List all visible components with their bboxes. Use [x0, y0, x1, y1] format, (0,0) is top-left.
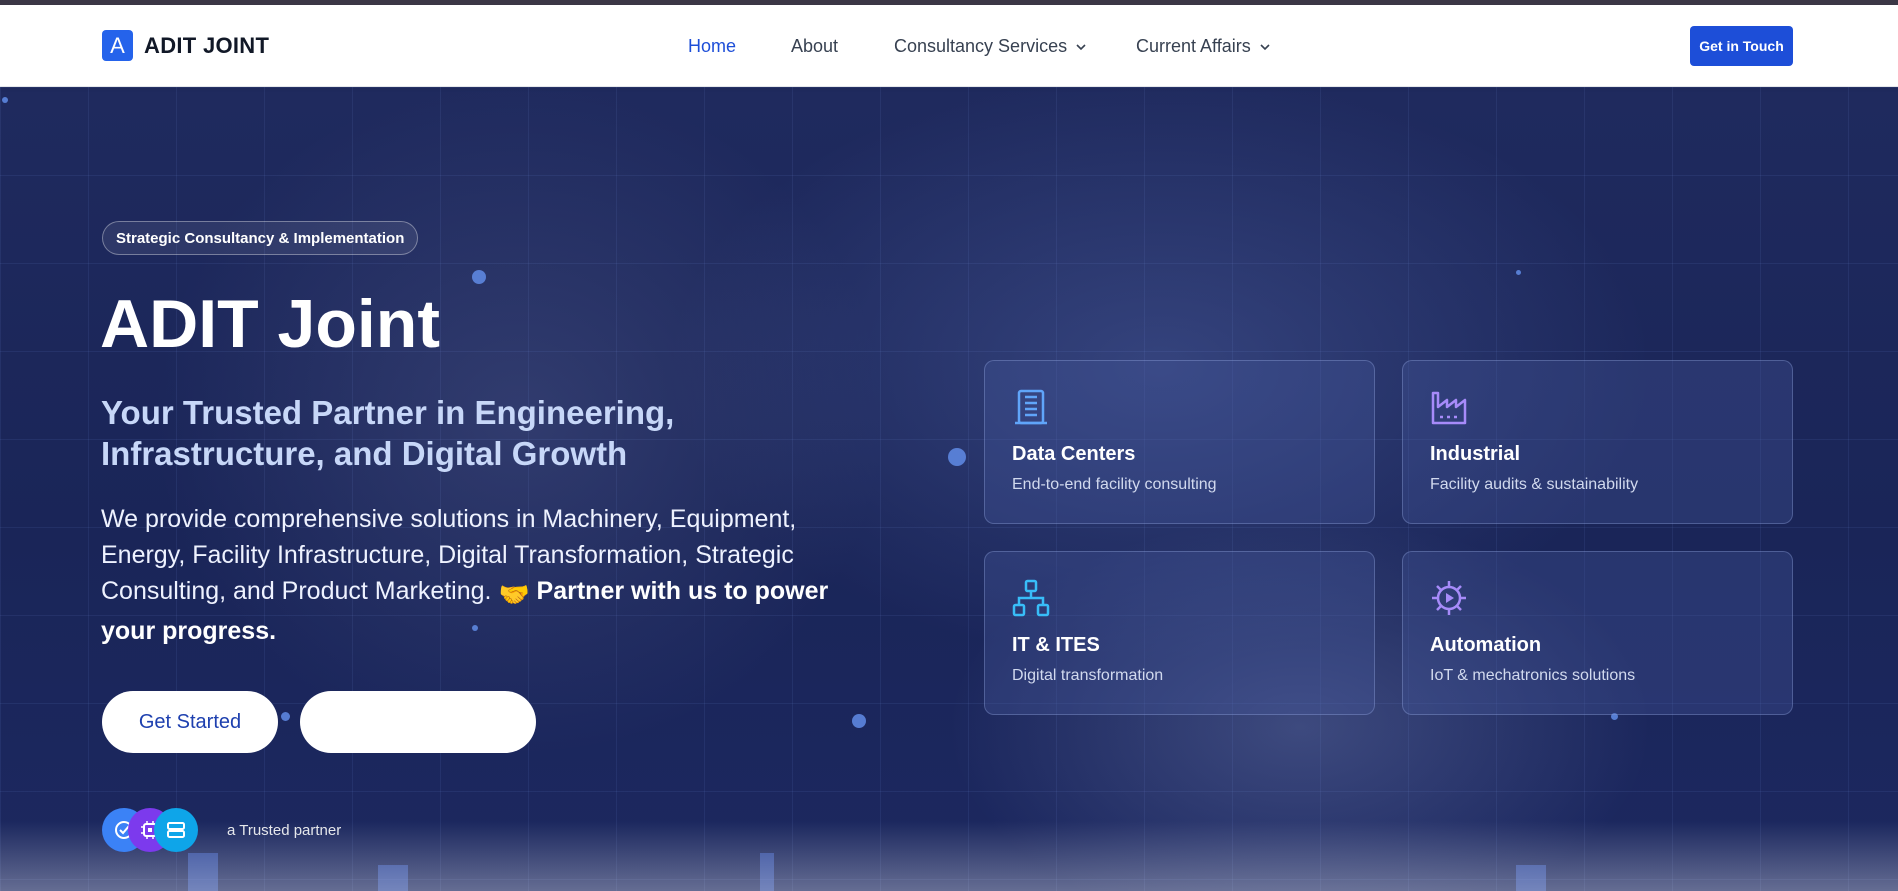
secondary-button[interactable] [300, 691, 536, 753]
navbar: A ADIT JOINT Home About Consultancy Serv… [0, 5, 1898, 87]
hero-description: We provide comprehensive solutions in Ma… [101, 501, 861, 649]
nav-consultancy-services-label: Consultancy Services [894, 36, 1068, 56]
card-title: Data Centers [1012, 443, 1136, 465]
card-industrial[interactable]: Industrial Facility audits & sustainabil… [1402, 360, 1793, 524]
card-title: Industrial [1430, 443, 1521, 465]
logo-mark-icon: A [102, 30, 133, 61]
trust-avatars [102, 808, 202, 854]
decor-dot [852, 714, 866, 728]
hero-tag: Strategic Consultancy & Implementation [102, 221, 419, 255]
decor-dot [281, 712, 290, 721]
decor-dot [1516, 270, 1521, 275]
card-description: IoT & mechatronics solutions [1430, 667, 1636, 684]
card-automation[interactable]: Automation IoT & mechatronics solutions [1402, 551, 1793, 715]
network-icon [1012, 579, 1050, 617]
brand-name: ADIT JOINT [144, 32, 270, 58]
decor-dot [472, 270, 486, 284]
card-description: Digital transformation [1012, 667, 1164, 684]
card-description: Facility audits & sustainability [1430, 476, 1639, 493]
get-in-touch-button[interactable]: Get in Touch [1690, 26, 1793, 66]
server-icon [154, 808, 198, 852]
nav-consultancy-services[interactable]: Consultancy Services [894, 36, 1087, 57]
card-it-ites[interactable]: IT & ITES Digital transformation [984, 551, 1375, 715]
nav-about[interactable]: About [791, 36, 838, 57]
chevron-down-icon [1076, 43, 1086, 50]
card-title: Automation [1430, 634, 1542, 656]
building-icon [1015, 389, 1047, 425]
factory-icon [1431, 391, 1467, 425]
logo[interactable]: A ADIT JOINT [102, 30, 269, 61]
handshake-icon: 🤝 [498, 581, 530, 609]
decor-dot [948, 448, 966, 466]
nav-current-affairs-label: Current Affairs [1136, 36, 1251, 56]
decor-dot [2, 97, 8, 103]
card-data-centers[interactable]: Data Centers End-to-end facility consult… [984, 360, 1375, 524]
gear-play-icon [1432, 581, 1466, 615]
chevron-down-icon [1260, 43, 1270, 50]
hero-title: ADIT Joint [100, 286, 440, 362]
card-title: IT & ITES [1012, 634, 1100, 656]
hero-section: Strategic Consultancy & Implementation A… [0, 87, 1898, 891]
trusted-text: a Trusted partner [227, 822, 342, 839]
nav-current-affairs[interactable]: Current Affairs [1136, 36, 1271, 57]
get-started-button[interactable]: Get Started [102, 691, 278, 753]
nav-home[interactable]: Home [688, 36, 736, 57]
hero-subtitle: Your Trusted Partner in Engineering, Inf… [101, 394, 675, 472]
card-description: End-to-end facility consulting [1012, 476, 1217, 493]
